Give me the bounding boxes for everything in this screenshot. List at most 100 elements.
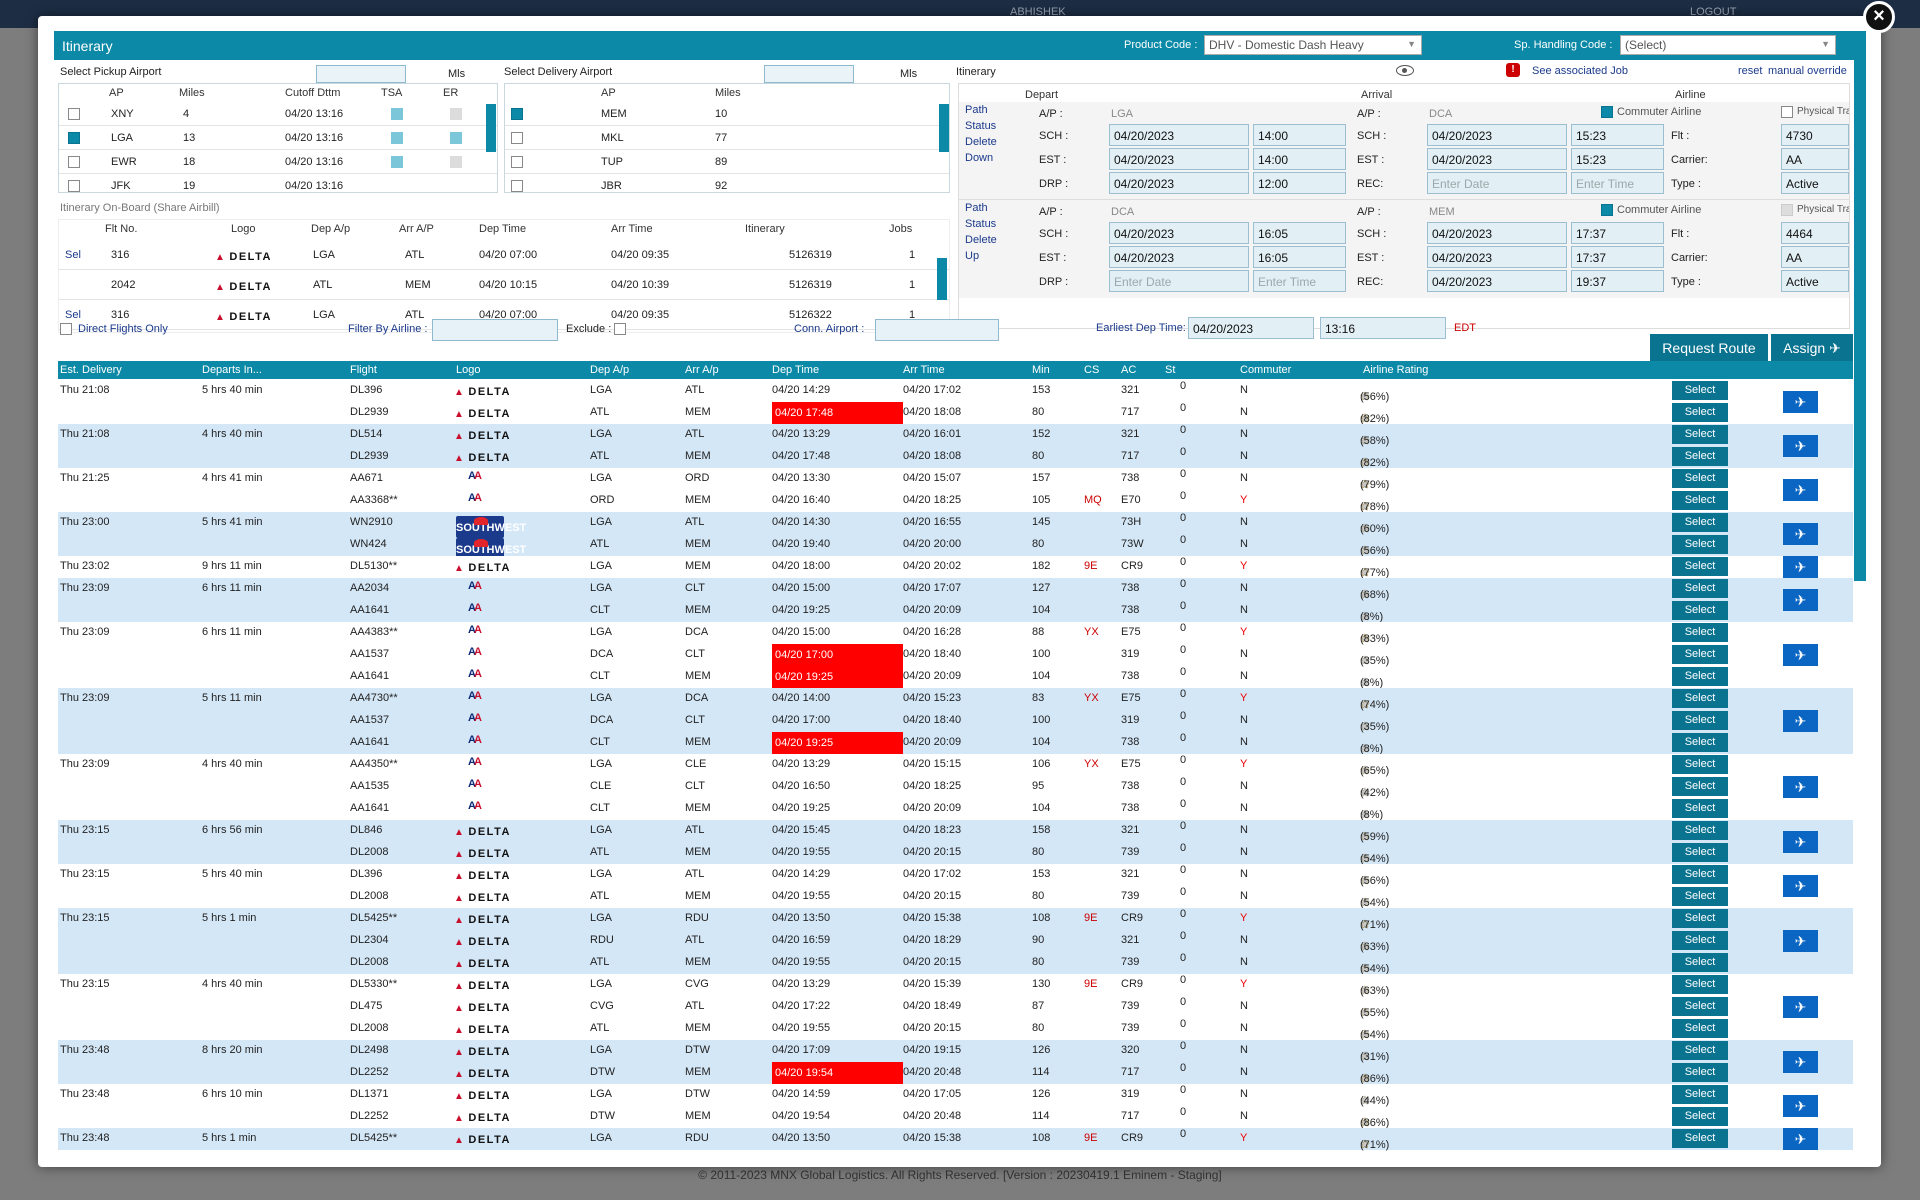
rec-time-input[interactable]: Enter Time (1571, 172, 1664, 194)
earliest-time-input[interactable]: 13:16 (1320, 317, 1446, 339)
modal-scrollbar[interactable] (1854, 31, 1866, 581)
see-job-link[interactable]: See associated Job (1532, 65, 1628, 77)
status-link[interactable]: Status (965, 120, 996, 132)
select-leg-button[interactable]: Select (1672, 447, 1728, 466)
select-leg-button[interactable]: Select (1672, 1107, 1728, 1126)
select-leg-button[interactable]: Select (1672, 931, 1728, 950)
pickup-row[interactable]: EWR 18 04/20 13:16 (59, 150, 497, 174)
col-dep-time[interactable]: Dep Time (772, 364, 819, 376)
handling-code-select[interactable]: (Select) (1620, 35, 1836, 55)
arr-est-time-input[interactable]: 17:37 (1571, 246, 1664, 268)
request-route-button[interactable]: Request Route (1650, 334, 1768, 362)
est-date-input[interactable]: 04/20/2023 (1109, 246, 1249, 268)
arr-est-date-input[interactable]: 04/20/2023 (1427, 246, 1567, 268)
pickup-checkbox[interactable] (68, 180, 80, 192)
delete-link[interactable]: Delete (965, 136, 997, 148)
delivery-scrollbar[interactable] (939, 104, 949, 152)
delivery-checkbox[interactable] (511, 156, 523, 168)
delivery-row[interactable]: MEM 10 (505, 102, 949, 126)
select-leg-button[interactable]: Select (1672, 1129, 1728, 1148)
delivery-checkbox[interactable] (511, 132, 523, 144)
select-leg-button[interactable]: Select (1672, 645, 1728, 664)
physical-transfer-checkbox[interactable] (1781, 106, 1793, 118)
path-link[interactable]: Path (965, 202, 988, 214)
select-leg-button[interactable]: Select (1672, 887, 1728, 906)
est-time-input[interactable]: 14:00 (1253, 148, 1346, 170)
select-leg-button[interactable]: Select (1672, 403, 1728, 422)
onboard-row[interactable]: Sel 316 DELTA LGA ATL 04/20 07:00 04/20 09:35 5… (59, 240, 949, 270)
close-icon[interactable]: × (1863, 1, 1895, 33)
sch-time-input[interactable]: 16:05 (1253, 222, 1346, 244)
assign-plane-icon[interactable]: ✈ (1783, 644, 1818, 666)
assign-plane-icon[interactable]: ✈ (1783, 776, 1818, 798)
col-ac[interactable]: AC (1121, 364, 1136, 376)
select-leg-button[interactable]: Select (1672, 865, 1728, 884)
carrier-input[interactable]: AA (1781, 148, 1849, 170)
sch-time-input[interactable]: 14:00 (1253, 124, 1346, 146)
select-leg-button[interactable]: Select (1672, 689, 1728, 708)
assign-plane-icon[interactable]: ✈ (1783, 996, 1818, 1018)
commuter-checkbox[interactable] (1601, 106, 1613, 118)
assign-plane-icon[interactable]: ✈ (1783, 556, 1818, 578)
est-time-input[interactable]: 16:05 (1253, 246, 1346, 268)
select-leg-button[interactable]: Select (1672, 513, 1728, 532)
select-leg-button[interactable]: Select (1672, 711, 1728, 730)
select-leg-button[interactable]: Select (1672, 469, 1728, 488)
arr-sch-time-input[interactable]: 15:23 (1571, 124, 1664, 146)
up-link[interactable]: Up (965, 250, 979, 262)
pickup-row[interactable]: LGA 13 04/20 13:16 (59, 126, 497, 150)
col-est-delivery[interactable]: Est. Delivery (60, 364, 122, 376)
assign-plane-icon[interactable]: ✈ (1783, 710, 1818, 732)
col-departs-in[interactable]: Departs In... (202, 364, 262, 376)
select-leg-button[interactable]: Select (1672, 777, 1728, 796)
pickup-checkbox[interactable] (68, 132, 80, 144)
select-leg-button[interactable]: Select (1672, 997, 1728, 1016)
onboard-row[interactable]: 2042 DELTA ATL MEM 04/20 10:15 04/20 10:39 512… (59, 270, 949, 300)
select-leg-button[interactable]: Select (1672, 623, 1728, 642)
select-leg-button[interactable]: Select (1672, 821, 1728, 840)
eye-icon[interactable] (1396, 65, 1414, 76)
carrier-input[interactable]: AA (1781, 246, 1849, 268)
delivery-checkbox[interactable] (511, 180, 523, 192)
col-arr-time[interactable]: Arr Time (903, 364, 945, 376)
onboard-scrollbar[interactable] (937, 258, 947, 300)
onboard-select-link[interactable]: Sel (65, 249, 81, 261)
assign-plane-icon[interactable]: ✈ (1783, 589, 1818, 611)
arr-sch-date-input[interactable]: 04/20/2023 (1427, 124, 1567, 146)
assign-plane-icon[interactable]: ✈ (1783, 1128, 1818, 1150)
col-flight[interactable]: Flight (350, 364, 377, 376)
rec-time-input[interactable]: 19:37 (1571, 270, 1664, 292)
col-st[interactable]: St (1165, 364, 1175, 376)
col-arr[interactable]: Arr A/p (685, 364, 719, 376)
select-leg-button[interactable]: Select (1672, 535, 1728, 554)
select-leg-button[interactable]: Select (1672, 425, 1728, 444)
select-leg-button[interactable]: Select (1672, 491, 1728, 510)
down-link[interactable]: Down (965, 152, 993, 164)
select-leg-button[interactable]: Select (1672, 579, 1728, 598)
path-link[interactable]: Path (965, 104, 988, 116)
col-cs[interactable]: CS (1084, 364, 1099, 376)
reset-link[interactable]: reset (1738, 65, 1762, 77)
pickup-row[interactable]: XNY 4 04/20 13:16 (59, 102, 497, 126)
drp-date-input[interactable]: 04/20/2023 (1109, 172, 1249, 194)
drp-date-input[interactable]: Enter Date (1109, 270, 1249, 292)
arr-est-time-input[interactable]: 15:23 (1571, 148, 1664, 170)
conn-airport-input[interactable] (875, 319, 999, 341)
select-leg-button[interactable]: Select (1672, 975, 1728, 994)
select-leg-button[interactable]: Select (1672, 1063, 1728, 1082)
drp-time-input[interactable]: Enter Time (1253, 270, 1346, 292)
type-select[interactable]: Active (1781, 172, 1849, 194)
est-date-input[interactable]: 04/20/2023 (1109, 148, 1249, 170)
commuter-checkbox[interactable] (1601, 204, 1613, 216)
drp-time-input[interactable]: 12:00 (1253, 172, 1346, 194)
arr-sch-time-input[interactable]: 17:37 (1571, 222, 1664, 244)
earliest-date-input[interactable]: 04/20/2023 (1188, 317, 1314, 339)
assign-plane-icon[interactable]: ✈ (1783, 1095, 1818, 1117)
select-leg-button[interactable]: Select (1672, 1085, 1728, 1104)
select-leg-button[interactable]: Select (1672, 601, 1728, 620)
flt-input[interactable]: 4730 (1781, 124, 1849, 146)
select-leg-button[interactable]: Select (1672, 843, 1728, 862)
delivery-row[interactable]: MKL 77 (505, 126, 949, 150)
select-leg-button[interactable]: Select (1672, 909, 1728, 928)
select-leg-button[interactable]: Select (1672, 953, 1728, 972)
